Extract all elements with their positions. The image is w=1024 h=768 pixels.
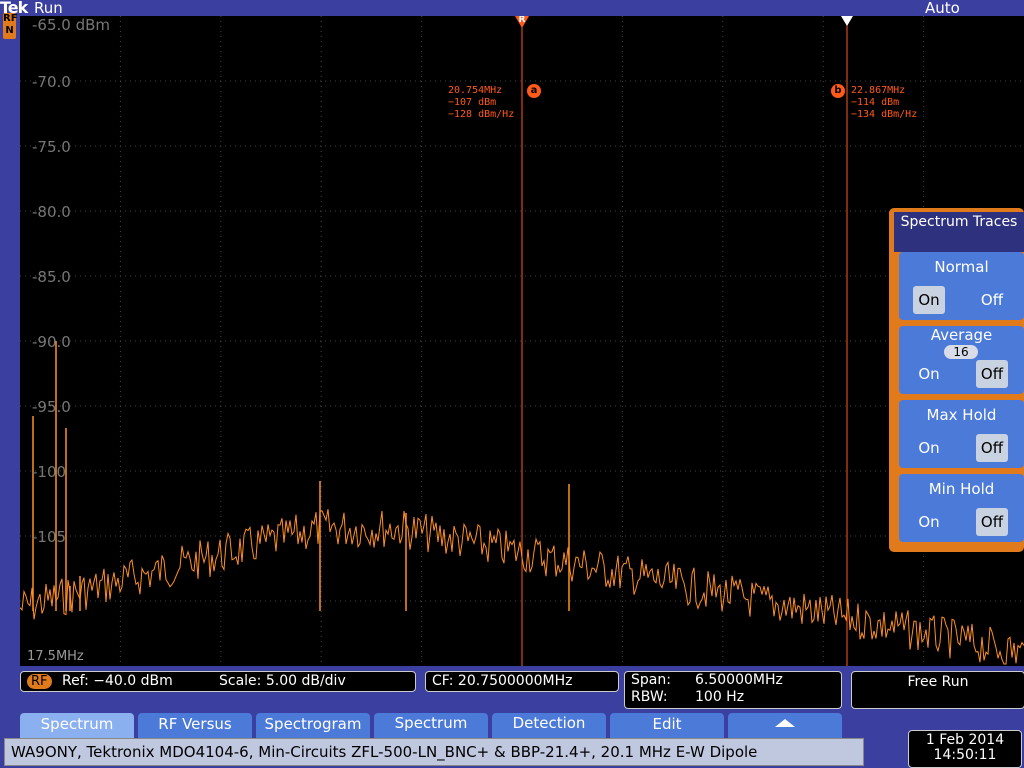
y-label-7: -100 (32, 463, 67, 481)
marker-a-badge[interactable]: a (527, 84, 541, 98)
max-hold-on-option[interactable]: On (913, 434, 945, 462)
date-value: 1 Feb 2014 (925, 732, 1005, 748)
time-value: 14:50:11 (933, 747, 997, 763)
reference-marker-label: R (518, 16, 526, 25)
marker-b-badge[interactable]: b (831, 84, 845, 98)
y-label-2: -75.0 (32, 138, 71, 156)
acquisition-mode: Free Run (907, 674, 969, 690)
average-label: Average (930, 326, 993, 344)
vertical-scale: Scale: 5.00 dB/div (219, 673, 346, 689)
marker-b-power: −114 dBm (851, 97, 900, 108)
acquisition-mode-readout[interactable]: Free Run (851, 671, 1024, 709)
y-label-3: -80.0 (32, 203, 71, 221)
y-label-0: -65.0 dBm (32, 16, 111, 34)
marker-b-triangle (841, 16, 853, 26)
y-label-1: -70.0 (32, 73, 71, 91)
marker-b-frequency: 22.867MHz (851, 85, 906, 96)
max-hold-label: Max Hold (926, 406, 997, 424)
tab-spectrum[interactable]: Spectrum (20, 713, 134, 739)
average-count: 16 (944, 345, 978, 359)
min-hold-off-option[interactable]: Off (976, 508, 1008, 536)
screen-caption: WA9ONY, Tektronix MDO4104-6, Min-Circuit… (4, 738, 864, 766)
average-trace-button[interactable]: Average 16 On Off (899, 326, 1024, 394)
marker-b-density: −134 dBm/Hz (851, 109, 918, 120)
y-label-5: -90.0 (32, 333, 71, 351)
y-label-6: -95.0 (32, 398, 71, 416)
tab-spectrogram[interactable]: Spectrogram (256, 713, 370, 739)
tab-rf-versus[interactable]: RF Versus (138, 713, 252, 739)
rbw-value: 100 Hz (695, 689, 745, 705)
span-rbw-readout[interactable]: Span: 6.50000MHz RBW: 100 Hz (624, 671, 842, 709)
max-hold-trace-button[interactable]: Max Hold On Off (899, 400, 1024, 468)
reference-scale-readout[interactable]: RF Ref: −40.0 dBm Scale: 5.00 dB/div (20, 671, 416, 692)
normal-trace-button[interactable]: Normal On Off (899, 252, 1024, 320)
spectrum-display[interactable]: -65.0 dBm -70.0 -75.0 -80.0 -85.0 -90.0 … (20, 16, 1024, 666)
rf-channel-badge: RF N (3, 13, 18, 39)
trigger-mode-label: Auto (925, 0, 960, 17)
max-hold-off-option[interactable]: Off (976, 434, 1008, 462)
min-hold-label: Min Hold (928, 480, 995, 498)
min-hold-trace-button[interactable]: Min Hold On Off (899, 474, 1024, 542)
marker-a-power: −107 dBm (448, 97, 497, 108)
tab-detection[interactable]: Detection (492, 713, 606, 739)
span-value: 6.50000MHz (695, 672, 783, 688)
y-label-8: -105 (32, 528, 67, 546)
tab-more[interactable] (728, 713, 842, 739)
min-hold-on-option[interactable]: On (913, 508, 945, 536)
rf-tag: RF (27, 674, 52, 689)
average-on-option[interactable]: On (913, 360, 945, 388)
start-frequency-label: 17.5MHz (27, 649, 84, 664)
reference-level: Ref: −40.0 dBm (61, 673, 173, 689)
span-label: Span: (631, 672, 671, 688)
run-state-label: Run (34, 0, 63, 17)
top-status-bar (0, 0, 1024, 16)
date-time-readout: 1 Feb 2014 14:50:11 (908, 730, 1022, 768)
tab-spectrum-traces[interactable]: Spectrum (374, 713, 488, 739)
tab-edit[interactable]: Edit (610, 713, 724, 739)
center-frequency: CF: 20.7500000MHz (432, 673, 573, 689)
normal-label: Normal (934, 258, 989, 276)
y-label-4: -85.0 (32, 268, 71, 286)
center-frequency-readout[interactable]: CF: 20.7500000MHz (425, 671, 619, 692)
marker-a-density: −128 dBm/Hz (448, 109, 515, 120)
rbw-label: RBW: (631, 689, 668, 705)
up-arrow-icon (775, 719, 795, 727)
normal-off-option[interactable]: Off (976, 286, 1008, 314)
average-off-option[interactable]: Off (976, 360, 1008, 388)
normal-on-option[interactable]: On (913, 286, 945, 314)
side-menu-title: Spectrum Traces (894, 212, 1024, 252)
marker-a-frequency: 20.754MHz (448, 85, 503, 96)
